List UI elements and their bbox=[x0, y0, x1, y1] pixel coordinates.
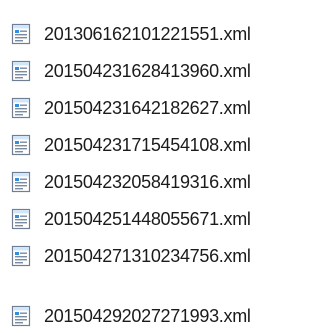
file-name: 201504231715454108.xml bbox=[44, 134, 251, 155]
file-name: 201504251448055671.xml bbox=[44, 208, 251, 229]
file-item[interactable]: 201504231715454108.xml bbox=[8, 130, 308, 160]
file-name: 201504292027271993.xml bbox=[44, 305, 251, 326]
file-item[interactable]: 201504231628413960.xml bbox=[8, 56, 308, 86]
file-item[interactable]: 201504292027271993.xml bbox=[8, 301, 308, 331]
file-name: 201504271310234756.xml bbox=[44, 245, 251, 266]
file-name: 201306162101221551.xml bbox=[44, 23, 251, 44]
file-name: 201504231642182627.xml bbox=[44, 97, 251, 118]
file-item[interactable]: 201504251448055671.xml bbox=[8, 204, 308, 234]
file-name: 201504232058419316.xml bbox=[44, 171, 251, 192]
xml-document-icon bbox=[11, 245, 31, 267]
file-item[interactable]: 201504271310234756.xml bbox=[8, 241, 308, 271]
xml-document-icon bbox=[11, 171, 31, 193]
xml-document-icon bbox=[11, 208, 31, 230]
xml-document-icon bbox=[11, 60, 31, 82]
xml-document-icon bbox=[11, 23, 31, 45]
file-list: 201306162101221551.xml 20150423162841396… bbox=[0, 0, 314, 333]
xml-document-icon bbox=[11, 305, 31, 327]
file-item[interactable]: 201504232058419316.xml bbox=[8, 167, 308, 197]
file-item[interactable]: 201306162101221551.xml bbox=[8, 19, 308, 49]
xml-document-icon bbox=[11, 97, 31, 119]
xml-document-icon bbox=[11, 134, 31, 156]
file-name: 201504231628413960.xml bbox=[44, 60, 251, 81]
file-item[interactable]: 201504231642182627.xml bbox=[8, 93, 308, 123]
